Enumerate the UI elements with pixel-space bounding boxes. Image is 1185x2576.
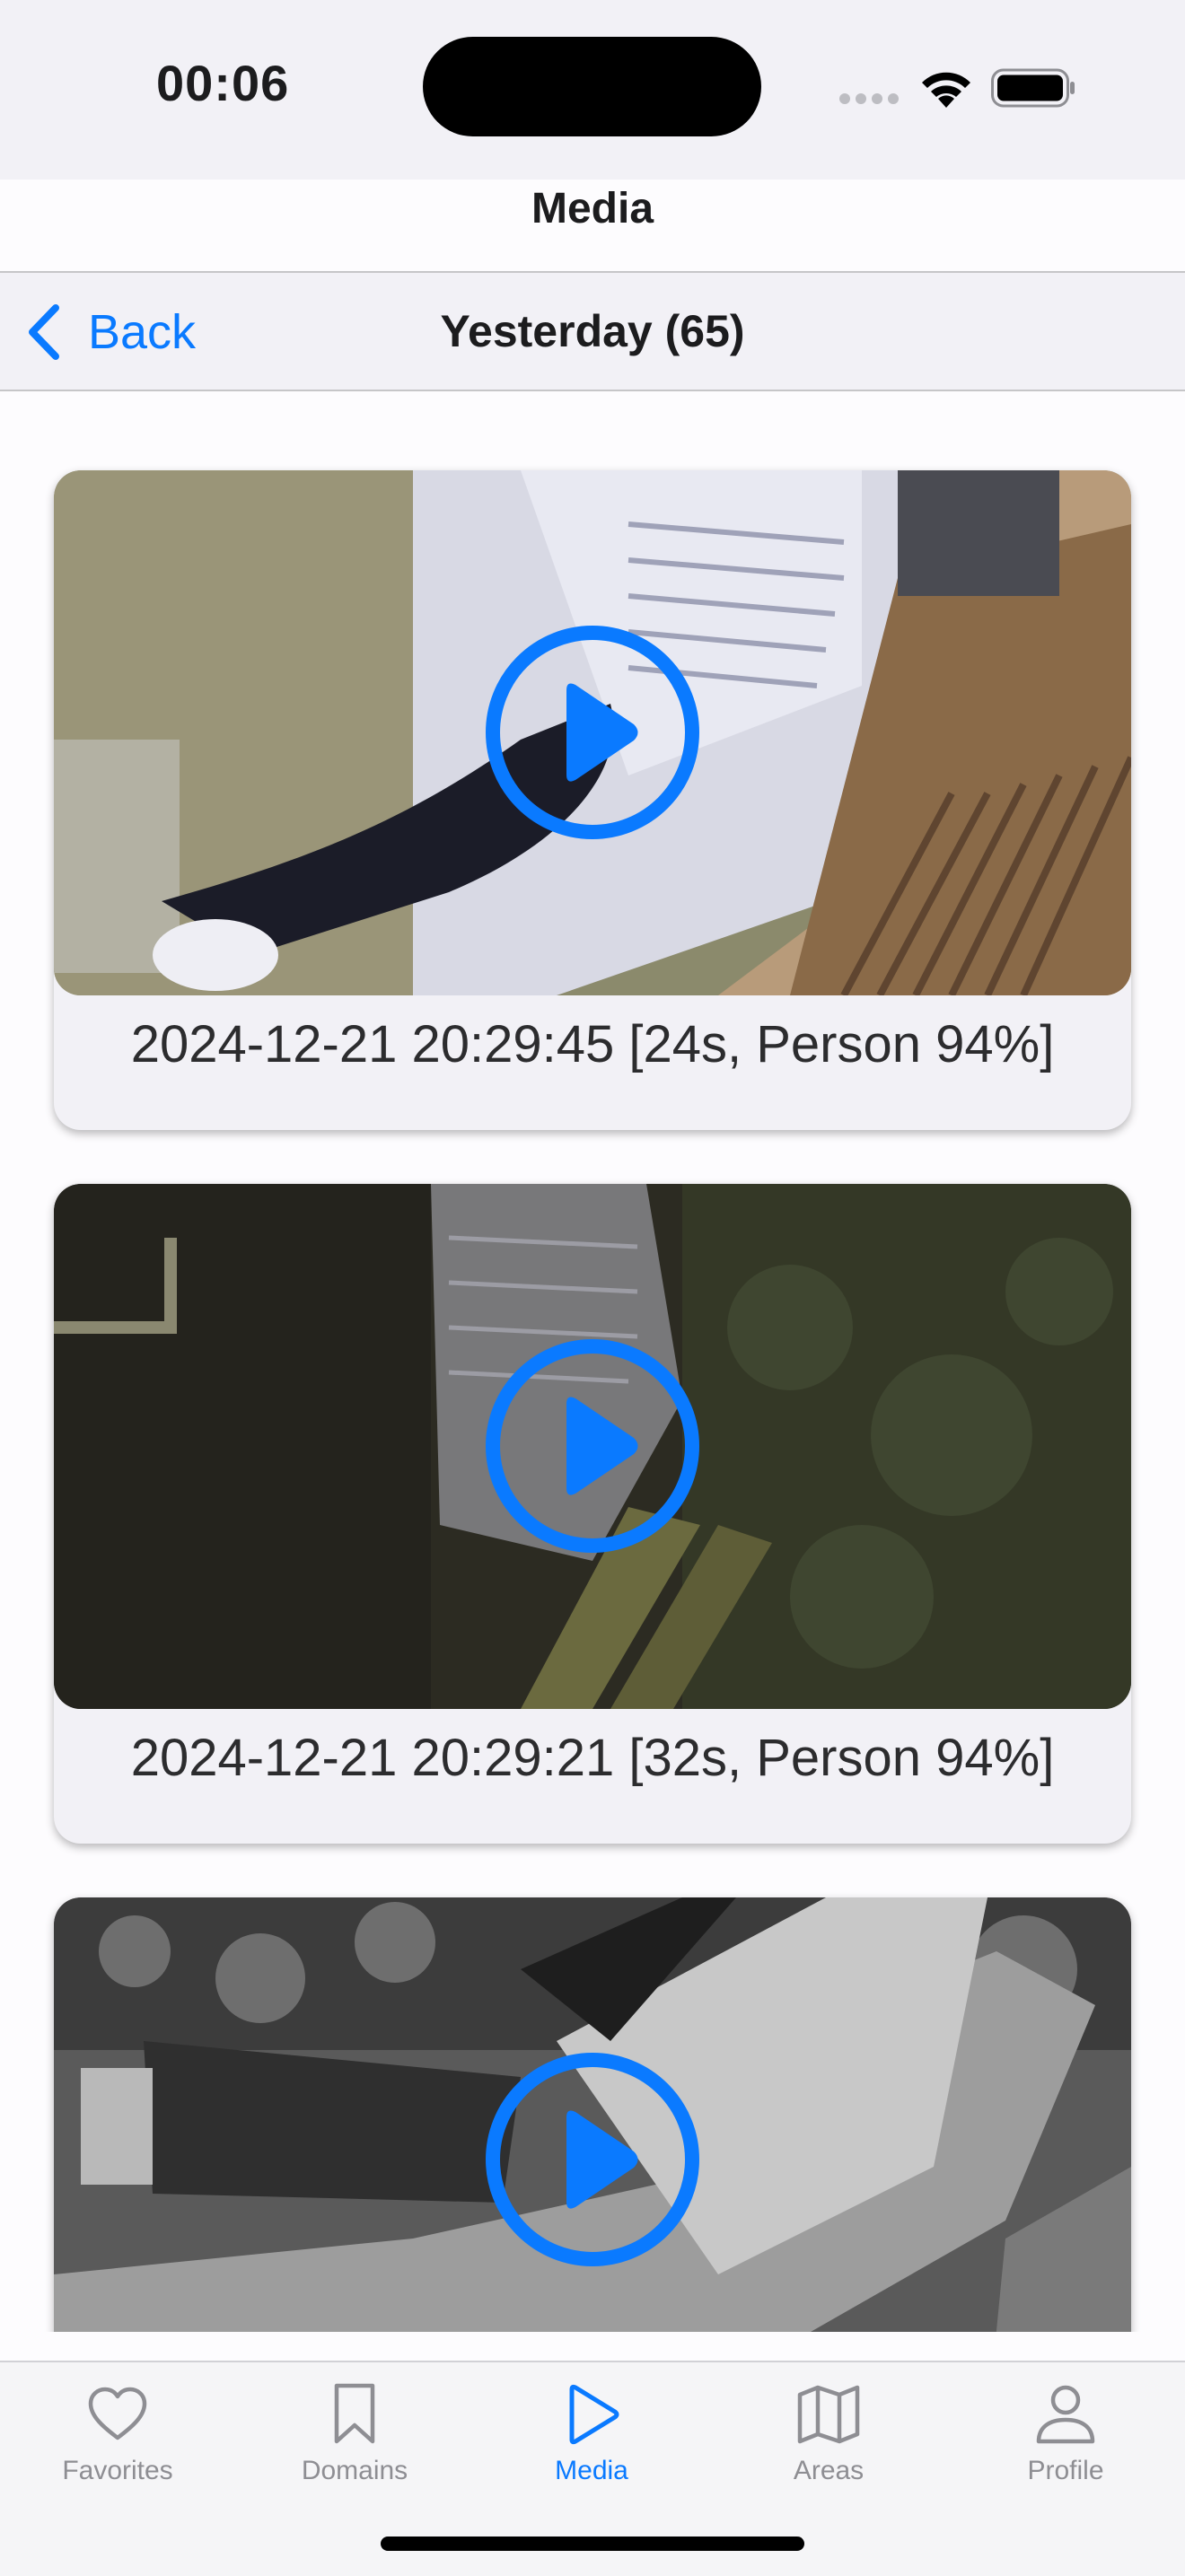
media-caption: 2024-12-21 20:29:21 [32s, Person 94%] [130, 1729, 1055, 1787]
tab-label: Media [555, 2456, 628, 2485]
heart-icon [88, 2387, 147, 2440]
tab-profile[interactable]: Profile [976, 2373, 1155, 2508]
media-card[interactable]: 2024-12-21 20:29:45 [24s, Person 94%] [54, 470, 1131, 1130]
wifi-icon [922, 72, 970, 108]
back-button[interactable]: Back [25, 300, 196, 364]
media-caption: 2024-12-21 20:29:45 [24s, Person 94%] [130, 1015, 1055, 1073]
map-icon [797, 2385, 860, 2444]
status-bar: 00:06 [0, 0, 1185, 180]
play-circle-icon[interactable] [485, 2052, 700, 2267]
home-indicator [381, 2537, 804, 2551]
media-card[interactable]: 2024-12-21 20:29:21 [32s, Person 94%] [54, 1184, 1131, 1844]
tab-label: Domains [301, 2456, 408, 2485]
battery-icon [991, 68, 1075, 108]
play-circle-icon[interactable] [485, 625, 700, 840]
tab-favorites[interactable]: Favorites [28, 2373, 207, 2508]
cellular-signal-icon [839, 93, 900, 104]
tab-areas[interactable]: Areas [739, 2373, 918, 2508]
video-thumbnail[interactable] [54, 1897, 1131, 2332]
video-thumbnail[interactable] [54, 1184, 1131, 1709]
bookmark-icon [334, 2383, 375, 2444]
tab-label: Profile [1027, 2456, 1104, 2485]
tab-label: Favorites [62, 2456, 173, 2485]
play-icon [569, 2384, 619, 2445]
media-card[interactable] [54, 1897, 1131, 2332]
media-list[interactable]: 2024-12-21 20:29:45 [24s, Person 94%] 20… [0, 391, 1185, 2332]
dynamic-island [423, 37, 761, 136]
navigation-bar: Back Yesterday (65) [0, 273, 1185, 390]
status-time: 00:06 [156, 55, 290, 111]
tab-label: Areas [793, 2456, 865, 2485]
person-icon [1036, 2385, 1095, 2444]
tab-media[interactable]: Media [502, 2373, 681, 2508]
tab-domains[interactable]: Domains [265, 2373, 444, 2508]
video-thumbnail[interactable] [54, 470, 1131, 995]
back-button-label: Back [88, 305, 197, 359]
play-circle-icon[interactable] [485, 1338, 700, 1554]
chevron-left-icon [29, 304, 59, 360]
page-title: Media [531, 185, 654, 232]
